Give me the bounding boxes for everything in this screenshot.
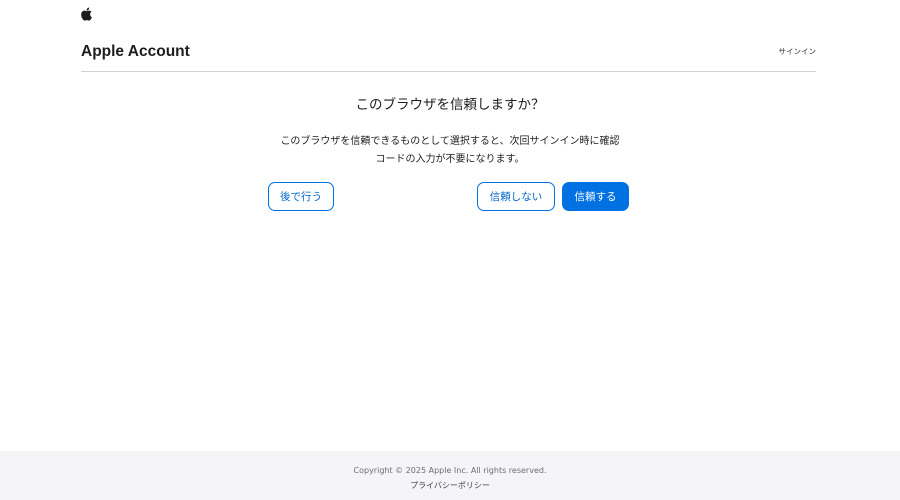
privacy-policy-link[interactable]: プライバシーポリシー xyxy=(0,480,900,491)
not-now-button[interactable]: 後で行う xyxy=(268,182,334,211)
footer-copyright: Copyright © 2025 Apple Inc. All rights r… xyxy=(353,466,547,475)
trust-button[interactable]: 信頼する xyxy=(562,182,629,211)
dont-trust-button[interactable]: 信頼しない xyxy=(477,182,555,211)
trust-description: このブラウザを信頼できるものとして選択すると、次回サインイン時に確認 コードの入… xyxy=(0,133,900,169)
global-nav xyxy=(81,7,92,23)
page-header: Apple Account サインイン xyxy=(81,40,816,72)
apple-logo-icon[interactable] xyxy=(81,7,92,21)
signin-link[interactable]: サインイン xyxy=(779,46,817,57)
trust-description-line-2: コードの入力が不要になります。 xyxy=(375,154,525,165)
footer: Copyright © 2025 Apple Inc. All rights r… xyxy=(0,451,900,500)
page-title: Apple Account xyxy=(81,43,190,60)
trust-description-line-1: このブラウザを信頼できるものとして選択すると、次回サインイン時に確認 xyxy=(280,136,620,147)
apple-logo-glyph xyxy=(81,7,92,21)
trust-question-heading: このブラウザを信頼しますか？ xyxy=(355,97,545,113)
trust-browser-dialog: このブラウザを信頼しますか？ このブラウザを信頼できるものとして選択すると、次回… xyxy=(0,95,900,169)
page: Apple Account サインイン このブラウザを信頼しますか？ このブラウ… xyxy=(0,0,900,500)
